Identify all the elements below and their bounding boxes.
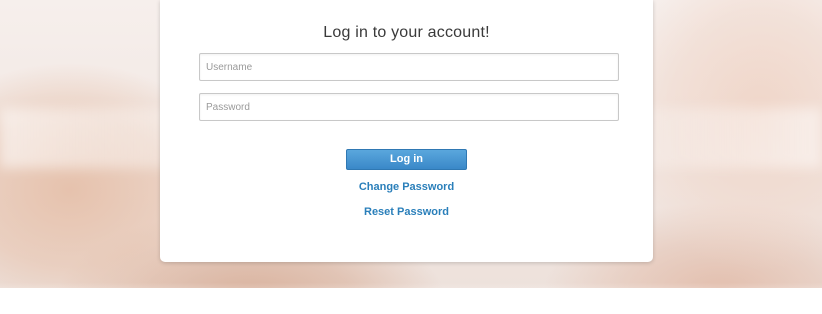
login-card: Log in to your account! Log in Change Pa… <box>160 0 653 262</box>
password-input[interactable] <box>199 93 619 121</box>
background-bottom <box>0 288 822 314</box>
login-button[interactable]: Log in <box>346 149 467 170</box>
login-title: Log in to your account! <box>323 24 490 41</box>
reset-password-link[interactable]: Reset Password <box>160 206 653 218</box>
change-password-link[interactable]: Change Password <box>160 181 653 193</box>
username-input[interactable] <box>199 53 619 81</box>
